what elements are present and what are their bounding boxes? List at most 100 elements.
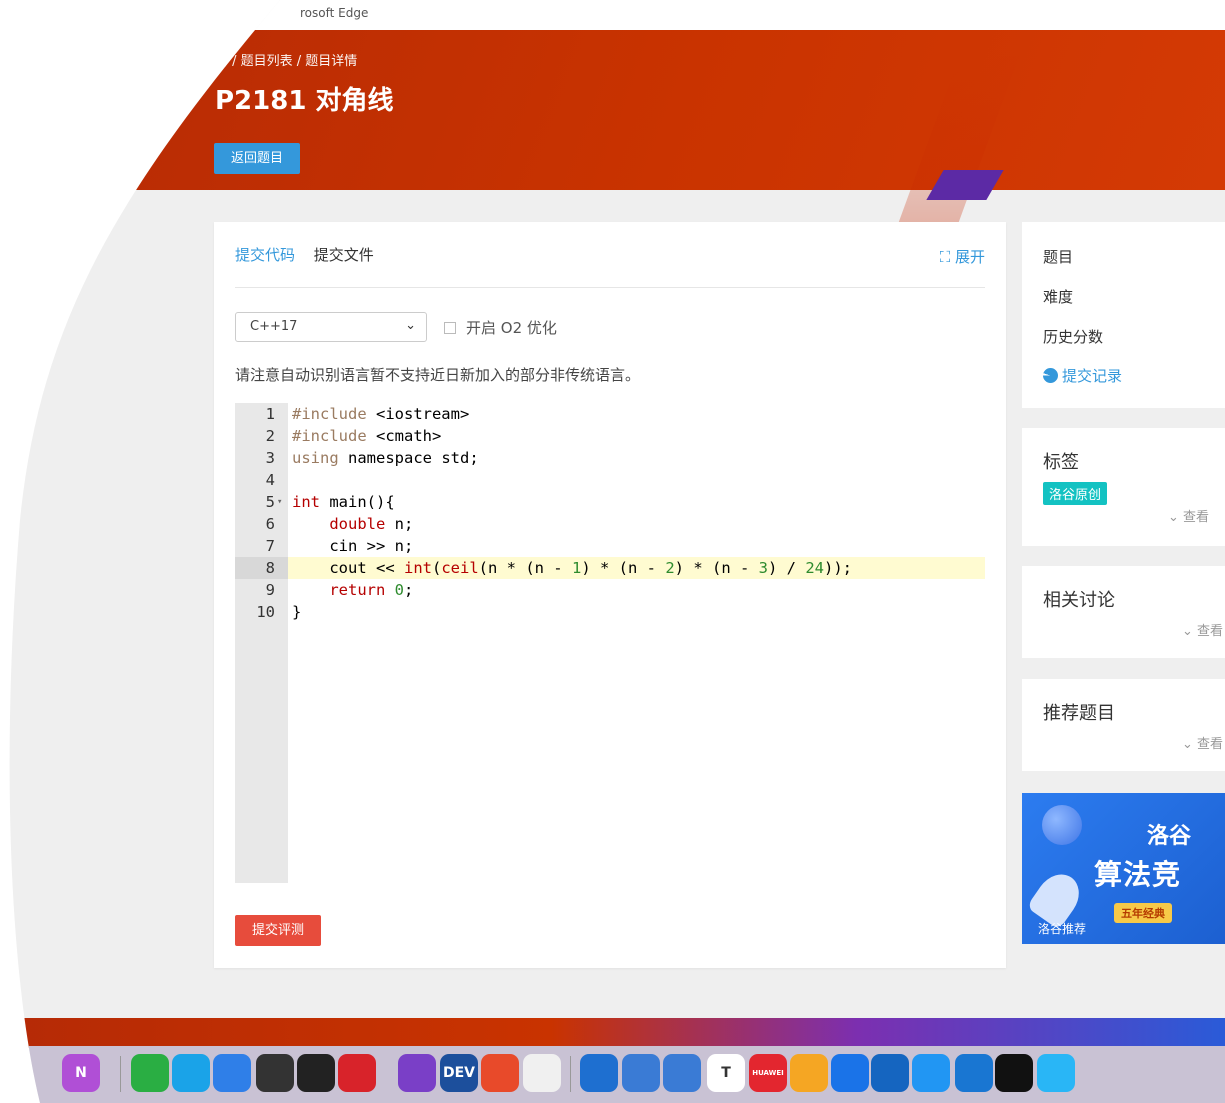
o2-checkbox[interactable] <box>444 322 456 334</box>
help-icon[interactable] <box>523 1054 561 1092</box>
line-number: 1 <box>265 405 275 423</box>
header-decoration <box>889 50 1022 250</box>
kp-icon[interactable] <box>481 1054 519 1092</box>
chevron-down-icon: ⌄ <box>405 318 416 333</box>
screen: rosoft Edge 首 / 题目列表 / 题目详情 P2181 对角线 返回… <box>0 0 1225 1103</box>
code-text: cout << int(ceil(n * (n - 1) * (n - 2) *… <box>292 559 853 577</box>
share-icon[interactable] <box>912 1054 950 1092</box>
code-text: #include <cmath> <box>292 427 442 445</box>
code-line[interactable]: 7 cin >> n; <box>235 535 985 557</box>
recommend-more-label: 查看 <box>1197 737 1224 752</box>
virtualbox2-icon[interactable] <box>663 1054 701 1092</box>
eagle-icon[interactable] <box>955 1054 993 1092</box>
reader-icon[interactable] <box>297 1054 335 1092</box>
fold-toggle-icon[interactable]: ▾ <box>277 491 282 513</box>
qq-icon[interactable] <box>172 1054 210 1092</box>
code-text: return 0; <box>329 581 414 599</box>
o2-option[interactable]: 开启 O2 优化 <box>444 317 557 338</box>
onenote-icon[interactable]: N <box>62 1054 100 1092</box>
window-title: rosoft Edge <box>300 6 369 20</box>
ad-line2: 算法竞 <box>1094 858 1182 891</box>
line-number: 3 <box>265 449 275 467</box>
wechat-icon[interactable] <box>131 1054 169 1092</box>
typora-icon[interactable]: T <box>707 1054 745 1092</box>
code-text: cin >> n; <box>292 537 414 555</box>
upupoo-icon[interactable] <box>995 1054 1033 1092</box>
code-text: } <box>292 603 302 621</box>
page-footer <box>0 1018 1225 1048</box>
ad-label: 洛谷推荐 <box>1038 922 1087 936</box>
chevron-down-icon: ⌄ <box>1168 510 1184 525</box>
xiaomi-icon[interactable] <box>256 1054 294 1092</box>
back-to-problem-button[interactable]: 返回题目 <box>214 143 300 174</box>
line-number: 8 <box>235 557 288 579</box>
code-line[interactable]: 5 ▾ int main(){ <box>235 491 985 513</box>
chevron-down-icon: ⌄ <box>1182 624 1198 639</box>
code-line[interactable]: 2 #include <cmath> <box>235 425 985 447</box>
visual-studio-icon[interactable] <box>398 1054 436 1092</box>
line-number: 7 <box>265 537 275 555</box>
dingtalk-icon[interactable] <box>213 1054 251 1092</box>
code-line[interactable]: 3 using namespace std; <box>235 447 985 469</box>
health-icon[interactable] <box>831 1054 869 1092</box>
tags-more-link[interactable]: ⌄ 查看 <box>1168 506 1209 525</box>
weather-icon[interactable] <box>790 1054 828 1092</box>
code-editor[interactable]: 1 #include <iostream> 2 #include <cmath> 3 us… <box>235 403 985 883</box>
dock-separator <box>570 1056 571 1092</box>
dock-separator <box>120 1056 121 1092</box>
language-notice: 请注意自动识别语言暂不支持近日新加入的部分非传统语言。 <box>235 366 641 384</box>
info-row-history-score: 历史分数 <box>1043 328 1104 346</box>
code-line[interactable]: 4 <box>235 469 985 491</box>
tab-submit-code[interactable]: 提交代码 <box>235 244 295 265</box>
code-line[interactable]: 6 double n; <box>235 513 985 535</box>
discussion-title: 相关讨论 <box>1043 590 1115 611</box>
submit-tabs: 提交代码 提交文件 <box>235 244 388 265</box>
tags-card: 标签 洛谷原创 ⌄ 查看 <box>1022 428 1225 546</box>
huawei-appgallery-icon[interactable]: HUAWEI <box>749 1054 787 1092</box>
line-number: 9 <box>265 581 275 599</box>
code-line[interactable]: 1 #include <iostream> <box>235 403 985 425</box>
ad-banner[interactable]: 洛谷 算法竞 五年经典 洛谷推荐 <box>1022 793 1225 944</box>
code-line[interactable]: 10} <box>235 601 985 623</box>
window-titlebar: rosoft Edge <box>0 0 1225 30</box>
page-title: P2181 对角线 <box>215 86 394 116</box>
line-number: 2 <box>265 427 275 445</box>
netease-music-icon[interactable] <box>338 1054 376 1092</box>
virtualbox-icon[interactable] <box>622 1054 660 1092</box>
discussion-more-link[interactable]: ⌄ 查看 <box>1182 620 1223 639</box>
breadcrumb[interactable]: 首 / 题目列表 / 题目详情 <box>215 50 357 69</box>
tags-more-label: 查看 <box>1183 510 1210 525</box>
devcpp-icon[interactable]: DEV <box>440 1054 478 1092</box>
expand-button[interactable]: ⛶ 展开 <box>940 246 985 267</box>
submit-judge-button[interactable]: 提交评测 <box>235 915 321 946</box>
discussion-card: 相关讨论 ⌄ 查看 <box>1022 566 1225 658</box>
thunder-icon[interactable] <box>871 1054 909 1092</box>
dock: N DEV T HUAWEI <box>0 1046 1225 1103</box>
recommend-title: 推荐题目 <box>1043 703 1115 724</box>
code-lines[interactable]: 1 #include <iostream> 2 #include <cmath> 3 us… <box>235 403 985 623</box>
o2-label: 开启 O2 优化 <box>466 319 557 337</box>
tab-submit-file[interactable]: 提交文件 <box>314 244 374 265</box>
line-number: 4 <box>265 471 275 489</box>
ad-badge: 五年经典 <box>1114 903 1172 923</box>
app-icon[interactable] <box>1037 1054 1075 1092</box>
tags-title: 标签 <box>1043 452 1079 473</box>
pie-chart-icon <box>1043 368 1058 383</box>
planet-icon <box>1042 805 1082 845</box>
code-line[interactable]: 9 return 0; <box>235 579 985 601</box>
recommend-card: 推荐题目 ⌄ 查看 <box>1022 679 1225 771</box>
problem-info-card: 题目 难度 历史分数 提交记录 <box>1022 222 1225 408</box>
tag-badge[interactable]: 洛谷原创 <box>1043 482 1107 505</box>
code-text: int main(){ <box>292 493 395 511</box>
info-row-problem: 题目 <box>1043 248 1074 266</box>
code-line[interactable]: 8 cout << int(ceil(n * (n - 1) * (n - 2)… <box>235 557 985 579</box>
submit-record-link[interactable]: 提交记录 <box>1043 365 1122 386</box>
page-header: 首 / 题目列表 / 题目详情 P2181 对角线 返回题目 <box>0 30 1225 190</box>
ad-line1: 洛谷 <box>1147 824 1192 849</box>
recommend-more-link[interactable]: ⌄ 查看 <box>1182 733 1223 752</box>
language-select[interactable]: C++17 ⌄ <box>235 312 427 342</box>
vmware-icon[interactable] <box>580 1054 618 1092</box>
line-number: 6 <box>265 515 275 533</box>
divider <box>235 287 985 288</box>
submit-panel: 提交代码 提交文件 ⛶ 展开 C++17 ⌄ 开启 O2 优化 请注意自动识别语… <box>214 222 1006 968</box>
